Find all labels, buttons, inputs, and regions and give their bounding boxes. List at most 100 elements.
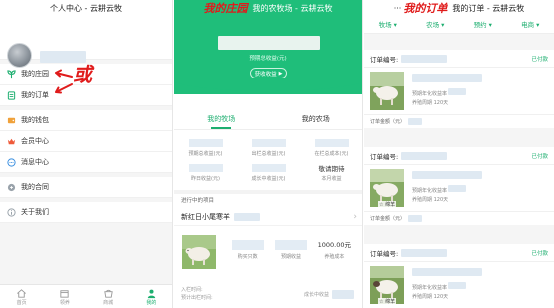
play-icon: ▶ (278, 70, 283, 77)
total-earnings-redacted (218, 36, 320, 50)
entry-time-label: 入栏时间: (181, 287, 203, 293)
section-label: 进行中的项目 (181, 198, 215, 204)
tab-home[interactable]: 首页 (0, 285, 43, 308)
stat-growing: 成长中收益(元) (237, 160, 300, 185)
product-name-redacted (412, 74, 482, 82)
yield-value-redacted (448, 88, 466, 95)
filter-farm[interactable]: 农场 ▾ (412, 16, 460, 33)
button-label: 获收收益 (254, 71, 277, 78)
order-amount-label: 订单金额（元） (370, 216, 406, 222)
filter-ecommerce[interactable]: 电商 ▾ (507, 16, 554, 33)
stat-cost-total: 在栏总成本(元) (300, 135, 362, 160)
growth-earnings: 成长中收益 (304, 290, 354, 299)
sheep-tag: ☆ 绵羊 (378, 201, 397, 208)
username-redacted (40, 51, 86, 63)
menu-group-contract: 我的合同 (0, 177, 172, 198)
message-icon (7, 157, 16, 167)
stats-grid: 预期总收益(元) 出栏总收益(元) 在栏总成本(元) 昨日收益(元) 成长中收益… (174, 135, 362, 185)
menu-item-about-us[interactable]: 关于我们 (0, 202, 172, 223)
menu-item-label: 消息中心 (21, 158, 49, 166)
product-id-redacted (234, 212, 260, 221)
order-filters: 牧场 ▾ 农场 ▾ 预约 ▾ 电商 ▾ (364, 16, 554, 34)
tab-label: 商城 (103, 299, 114, 306)
sheep-tag: ☆ 绵羊 (378, 298, 397, 305)
orders-topbar: ··· 我的订单 我的订单 - 云耕云牧 (364, 0, 554, 16)
stat-count: 购买只数 (226, 240, 269, 260)
annotation-title: 我的订单 (403, 2, 448, 15)
profile-panel: 个人中心 - 云耕云牧 我的庄园 我的订单 我的钱包 会员中心 消息中心 我的合… (0, 0, 173, 308)
menu-item-my-orders[interactable]: 我的订单 (0, 85, 172, 106)
hero-wave (174, 78, 362, 91)
tab-adopt[interactable]: 领养 (43, 285, 86, 308)
user-icon (147, 289, 156, 298)
menu-item-wallet[interactable]: 我的钱包 (0, 110, 172, 131)
annotation-title: 我的庄园 (203, 2, 248, 15)
profile-header[interactable] (0, 16, 172, 68)
order-number-label: 订单编号: (370, 249, 399, 258)
menu-group-about: 关于我们 (0, 202, 172, 223)
tab-label: 领养 (59, 299, 70, 306)
menu-group-account: 我的钱包 会员中心 消息中心 (0, 110, 172, 173)
tab-shop[interactable]: 商城 (87, 285, 130, 308)
order-card[interactable]: 订单编号: 已付款 ☆ 绵羊 预期年化收益率 养殖周期 120天 订单金额（元） (364, 147, 554, 225)
menu-item-label: 我的订单 (21, 91, 49, 99)
yield-value-redacted (448, 282, 466, 289)
section-divider (174, 190, 362, 194)
yield-value-redacted (448, 185, 466, 192)
farm-topbar: 我的庄园 我的农牧场 - 云耕云牧 (174, 0, 362, 16)
order-number-redacted (401, 151, 448, 160)
info-icon (7, 207, 16, 217)
sheep-thumbnail (370, 72, 404, 110)
order-amount-redacted (408, 215, 423, 222)
filter-ranch[interactable]: 牧场 ▾ (364, 16, 412, 33)
adopt-icon (60, 289, 69, 298)
project-stats: 购买只数 预期收益 1000.00元 养殖成本 (226, 240, 356, 260)
order-icon (7, 90, 16, 100)
member-icon (7, 137, 16, 146)
bottom-tabbar: 首页 领养 商城 我的 (0, 284, 172, 308)
order-card[interactable]: 订单编号: 已付款 ☆ 绵羊 预期年化收益率 养殖周期 120天 (364, 244, 554, 308)
cycle-label: 养殖周期 120天 (412, 294, 449, 300)
product-name: 新红日小尾寒羊 (181, 212, 230, 221)
contract-icon (7, 183, 16, 192)
menu-item-contract[interactable]: 我的合同 (0, 177, 172, 198)
tab-label: 我的 (146, 299, 157, 306)
orders-panel: ··· 我的订单 我的订单 - 云耕云牧 牧场 ▾ 农场 ▾ 预约 ▾ 电商 ▾… (364, 0, 554, 308)
status-badge: 已付款 (531, 153, 548, 160)
tab-my-ranch[interactable]: 我的牧场 (174, 110, 269, 129)
sheep-image (182, 235, 216, 269)
menu-item-member-center[interactable]: 会员中心 (0, 131, 172, 152)
menu-item-label: 我的钱包 (21, 116, 49, 124)
filter-reservation[interactable]: 预约 ▾ (459, 16, 507, 33)
order-number-label: 订单编号: (370, 55, 399, 64)
menu-item-label: 关于我们 (21, 208, 49, 216)
page-title: 我的订单 - 云耕云牧 (452, 3, 525, 13)
chevron-right-icon: › (353, 212, 357, 222)
tab-my-farm[interactable]: 我的农场 (269, 110, 363, 129)
order-number-redacted (401, 54, 448, 63)
farm-tabs: 我的牧场 我的农场 (174, 110, 363, 130)
product-name-redacted (412, 268, 482, 276)
farm-panel: 我的庄园 我的农牧场 - 云耕云牧 预期总收益(元) 获收收益 ▶ 我的牧场 我… (174, 0, 363, 308)
stat-expected: 预期收益 (269, 240, 312, 260)
menu-item-label: 我的庄园 (21, 70, 49, 78)
order-card[interactable]: 订单编号: 已付款 预期年化收益率 养殖周期 120天 订单金额（元） (364, 50, 554, 128)
stat-cost: 1000.00元 养殖成本 (317, 241, 352, 260)
menu-item-message-center[interactable]: 消息中心 (0, 152, 172, 173)
order-number-label: 订单编号: (370, 152, 399, 161)
annotation-arrows (55, 69, 73, 94)
home-icon (17, 288, 27, 298)
tab-label: 首页 (16, 299, 27, 306)
cycle-label: 养殖周期 120天 (412, 197, 449, 203)
order-amount-label: 订单金额（元） (370, 119, 406, 125)
menu-item-label: 我的合同 (21, 183, 49, 191)
growth-label: 成长中收益 (303, 292, 329, 298)
page-title: 我的农牧场 - 云耕云牧 (252, 3, 333, 13)
status-badge: 已付款 (531, 56, 548, 63)
wallet-icon (7, 116, 16, 125)
farm-icon (7, 69, 16, 79)
order-number-redacted (401, 248, 448, 257)
status-badge: 已付款 (531, 250, 548, 257)
tab-mine[interactable]: 我的 (130, 285, 172, 308)
project-row[interactable]: 新红日小尾寒羊 › (174, 208, 362, 226)
